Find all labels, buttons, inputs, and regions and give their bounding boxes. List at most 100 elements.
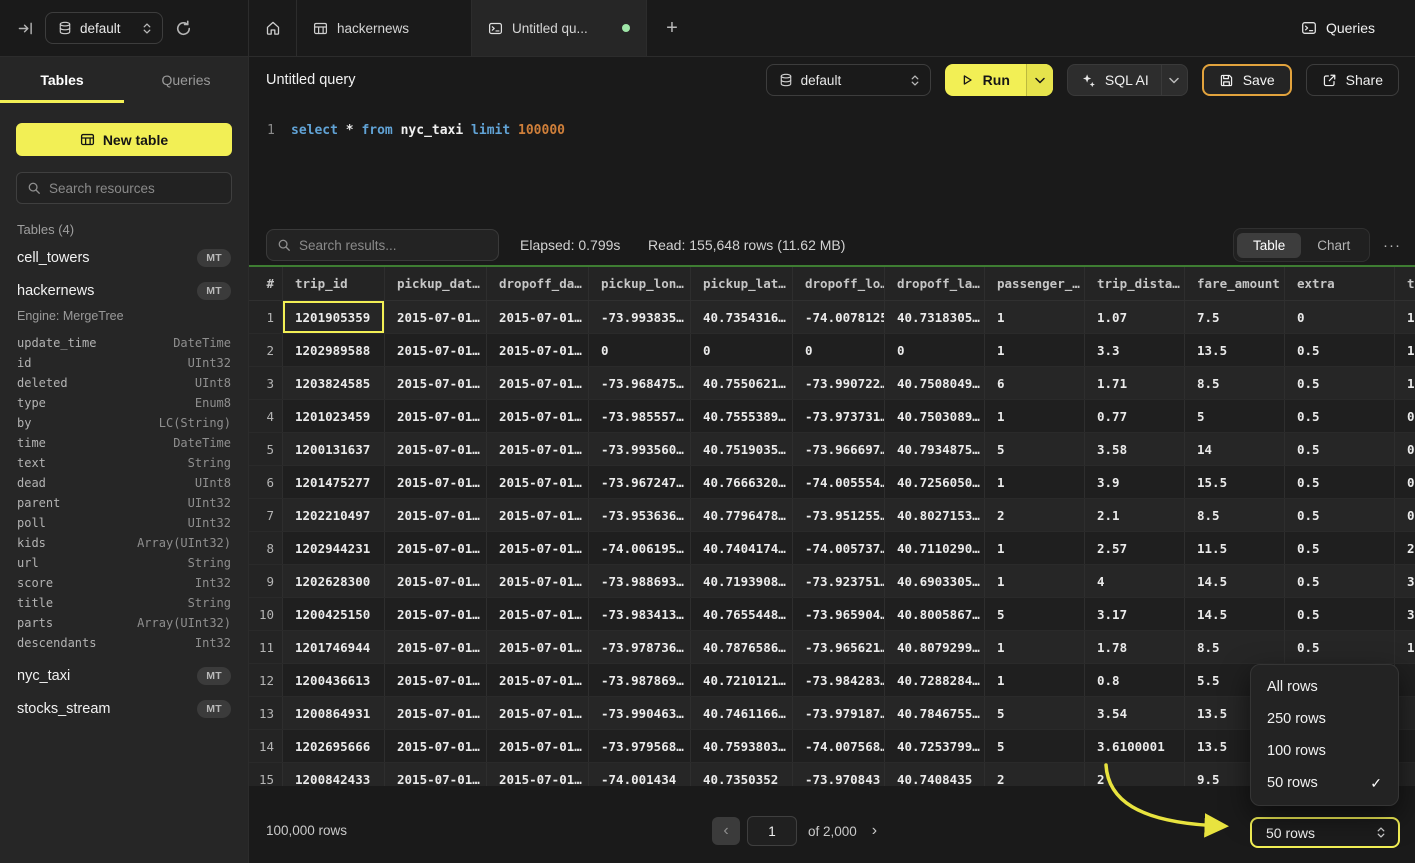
cell[interactable]: 2015-07-01… [487,433,589,465]
cell[interactable]: 0.8 [1085,664,1185,696]
cell[interactable]: 2015-07-01… [487,499,589,531]
cell[interactable]: 5 [985,697,1085,729]
cell[interactable]: 2015-07-01… [385,433,487,465]
cell[interactable]: 40.6903305… [885,565,985,597]
view-toggle-table[interactable]: Table [1237,233,1301,258]
cell[interactable]: -73.965904… [793,598,885,630]
cell[interactable]: 8.5 [1185,367,1285,399]
cell[interactable]: 1202695666 [283,730,385,762]
cell[interactable]: 40.7593803… [691,730,793,762]
column-header-trip_id[interactable]: trip_id [283,267,385,300]
cell[interactable]: 40.7354316… [691,301,793,333]
cell[interactable]: 2015-07-01… [385,631,487,663]
cell[interactable]: -74.006195… [589,532,691,564]
column-header-dropoff_la[interactable]: dropoff_la… [885,267,985,300]
menu-item-all-rows[interactable]: All rows [1251,671,1398,703]
cell[interactable]: 3.9 [1085,466,1185,498]
cell[interactable]: 2015-07-01… [385,367,487,399]
page-number-input[interactable] [747,816,797,846]
selected-cell[interactable]: 1201905359 [283,301,385,333]
cell[interactable]: 1 [985,334,1085,366]
cell[interactable]: 14.5 [1185,565,1285,597]
new-table-button[interactable]: New table [16,123,232,156]
cell[interactable]: 2015-07-01… [385,763,487,786]
refresh-icon[interactable] [175,20,192,37]
tab-home[interactable] [249,0,297,56]
cell[interactable]: 40.7350352 [691,763,793,786]
cell[interactable]: 1200436613 [283,664,385,696]
cell[interactable]: 7.5 [1185,301,1285,333]
cell[interactable]: 3.3 [1085,334,1185,366]
cell[interactable]: 0 [691,334,793,366]
cell[interactable]: 1200425150 [283,598,385,630]
column-header-pickup_lon[interactable]: pickup_lon… [589,267,691,300]
cell[interactable]: 1.07 [1085,301,1185,333]
cell[interactable]: -73.968475… [589,367,691,399]
sidebar-item-stocks-stream[interactable]: stocks_stream MT [0,692,248,725]
column-header-dropoff_lo[interactable]: dropoff_lo… [793,267,885,300]
cell[interactable]: -73.979187… [793,697,885,729]
collapse-sidebar-icon[interactable] [18,21,33,36]
cell[interactable]: 1202210497 [283,499,385,531]
menu-item-250-rows[interactable]: 250 rows [1251,703,1398,735]
cell[interactable]: 40.7508049… [885,367,985,399]
cell[interactable]: 2015-07-01… [487,334,589,366]
sidebar-item-nyc-taxi[interactable]: nyc_taxi MT [0,659,248,692]
cell[interactable]: 0 [1395,499,1415,531]
cell[interactable]: 40.7934875… [885,433,985,465]
column-header-pickup_dat[interactable]: pickup_dat… [385,267,487,300]
cell[interactable]: 1.78 [1085,631,1185,663]
cell[interactable]: 40.7503089… [885,400,985,432]
column-header-passenger_[interactable]: passenger_… [985,267,1085,300]
cell[interactable]: 0 [1285,301,1395,333]
cell[interactable]: -73.987869… [589,664,691,696]
cell[interactable]: 5 [985,598,1085,630]
cell[interactable]: 1203824585 [283,367,385,399]
cell[interactable]: -74.007568… [793,730,885,762]
sql-ai-button[interactable]: SQL AI [1068,65,1161,95]
cell[interactable]: 2.57 [1085,532,1185,564]
cell[interactable]: 40.8005867… [885,598,985,630]
cell[interactable]: 3.58 [1085,433,1185,465]
cell[interactable]: 40.7404174… [691,532,793,564]
cell[interactable]: 15.5 [1185,466,1285,498]
cell[interactable]: 2015-07-01… [487,466,589,498]
cell[interactable]: 0 [885,334,985,366]
menu-item-50-rows[interactable]: 50 rows✓ [1251,767,1398,799]
cell[interactable]: 2.1 [1085,499,1185,531]
cell[interactable]: 8 [249,532,283,564]
cell[interactable]: 2015-07-01… [385,664,487,696]
cell[interactable]: 1201746944 [283,631,385,663]
cell[interactable]: 1201475277 [283,466,385,498]
cell[interactable]: -73.951255… [793,499,885,531]
cell[interactable]: 40.7555389… [691,400,793,432]
cell[interactable]: 2015-07-01… [385,565,487,597]
cell[interactable]: 2015-07-01… [385,499,487,531]
cell[interactable]: 40.7256050… [885,466,985,498]
cell[interactable]: 1202989588 [283,334,385,366]
sql-ai-caret[interactable] [1161,65,1187,95]
cell[interactable]: 40.7408435 [885,763,985,786]
cell[interactable]: 1 [1395,367,1415,399]
sql-editor[interactable]: 1 select * from nyc_taxi limit 100000 [249,103,1415,225]
cell[interactable]: 5 [985,433,1085,465]
cell[interactable]: 14 [249,730,283,762]
cell[interactable]: 2015-07-01… [487,565,589,597]
cell[interactable]: 2015-07-01… [487,598,589,630]
sidebar-item-cell-towers[interactable]: cell_towers MT [0,241,248,274]
cell[interactable]: -74.005737… [793,532,885,564]
cell[interactable]: 0.5 [1285,565,1395,597]
cell[interactable]: 7 [249,499,283,531]
cell[interactable]: 8.5 [1185,631,1285,663]
cell[interactable]: 3.6100001 [1085,730,1185,762]
cell[interactable]: 0.5 [1285,400,1395,432]
cell[interactable]: -73.983413… [589,598,691,630]
run-button[interactable]: Run [945,64,1026,96]
cell[interactable]: 4 [249,400,283,432]
results-search-input[interactable] [299,238,488,253]
cell[interactable]: 2015-07-01… [487,697,589,729]
cell[interactable]: 1201023459 [283,400,385,432]
cell[interactable]: 1 [985,466,1085,498]
cell[interactable]: -74.001434 [589,763,691,786]
cell[interactable]: 0.5 [1285,598,1395,630]
